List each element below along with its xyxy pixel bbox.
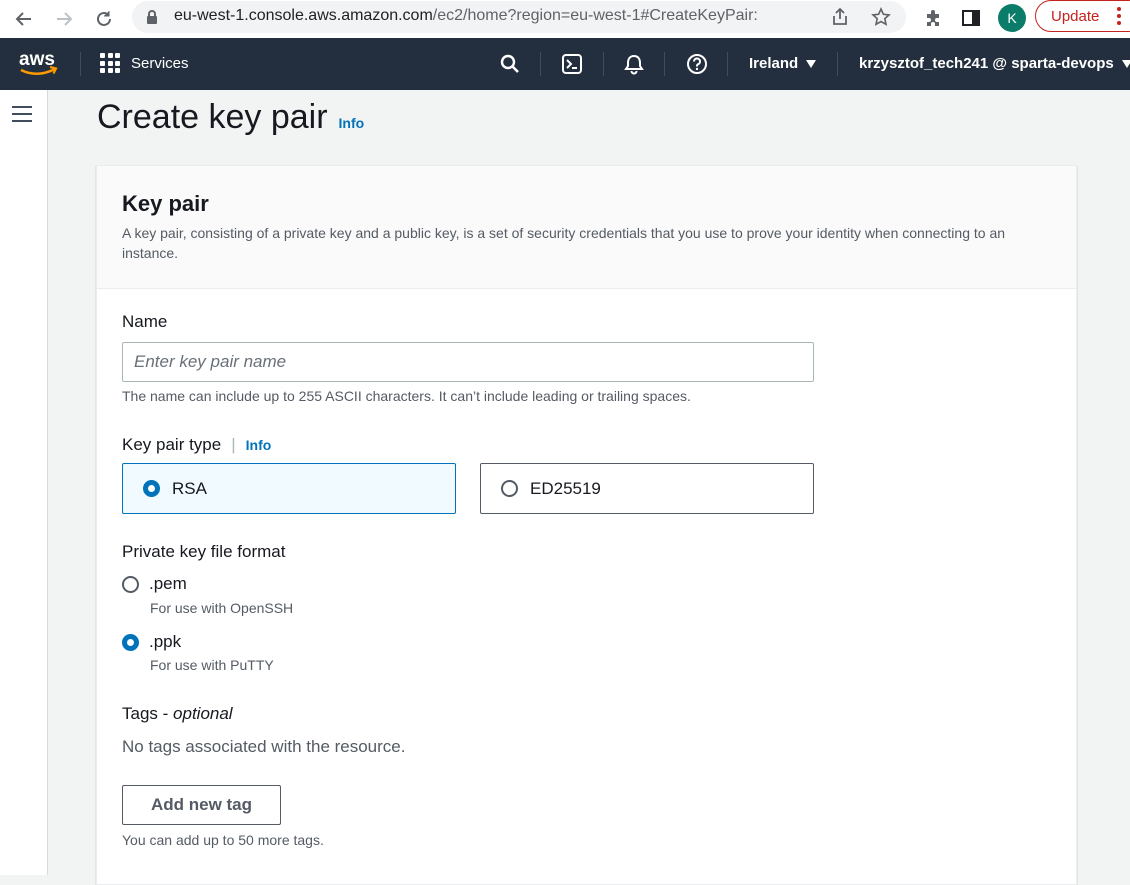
nav-divider xyxy=(80,52,81,76)
radio-unselected-icon xyxy=(122,575,139,593)
file-format-ppk-description: For use with PuTTY xyxy=(150,657,274,673)
file-format-option-pem[interactable]: .pem xyxy=(122,574,187,594)
bookmark-star-icon[interactable] xyxy=(869,5,893,29)
file-format-option-ppk[interactable]: .ppk xyxy=(122,632,181,652)
services-grid-icon xyxy=(100,53,120,73)
more-vertical-icon xyxy=(1116,5,1122,31)
tags-optional-text: optional xyxy=(173,704,233,723)
tags-label: Tags - optional xyxy=(122,704,233,724)
notifications-bell-icon[interactable] xyxy=(622,52,646,76)
caret-down-icon xyxy=(1121,59,1130,68)
address-bar[interactable]: eu-west-1.console.aws.amazon.com/ec2/hom… xyxy=(132,1,906,33)
file-format-label: Private key file format xyxy=(122,542,286,561)
file-format-pem-description: For use with OpenSSH xyxy=(150,600,294,616)
services-menu-button[interactable]: Services xyxy=(100,53,189,73)
key-type-option-rsa[interactable]: RSA xyxy=(122,463,456,514)
extensions-puzzle-icon[interactable] xyxy=(920,5,946,31)
name-hint: The name can include up to 255 ASCII cha… xyxy=(122,388,691,404)
tags-label-text: Tags - xyxy=(122,704,174,723)
nav-divider xyxy=(603,52,604,76)
reload-icon[interactable] xyxy=(90,5,118,33)
page-header: Create key pair Info xyxy=(97,98,364,137)
share-icon[interactable] xyxy=(828,5,852,29)
nav-divider xyxy=(664,52,665,76)
file-format-ppk-label: .ppk xyxy=(149,632,182,651)
tags-limit-hint: You can add up to 50 more tags. xyxy=(122,832,324,848)
browser-toolbar: eu-west-1.console.aws.amazon.com/ec2/hom… xyxy=(0,0,1130,38)
lock-icon xyxy=(146,9,158,30)
nav-divider xyxy=(837,52,838,76)
key-pair-type-text: Key pair type xyxy=(122,435,222,454)
hamburger-menu-icon[interactable] xyxy=(12,106,32,127)
key-pair-panel: Key pair A key pair, consisting of a pri… xyxy=(96,165,1077,885)
aws-top-navigation: aws Services Ireland krzysztof_tech241 @… xyxy=(0,38,1130,90)
key-type-option-ed25519[interactable]: ED25519 xyxy=(480,463,814,514)
caret-down-icon xyxy=(806,59,817,68)
url-text: eu-west-1.console.aws.amazon.com/ec2/hom… xyxy=(174,7,758,24)
key-type-ed25519-label: ED25519 xyxy=(530,478,601,498)
back-arrow-icon[interactable] xyxy=(10,5,38,33)
page-info-link[interactable]: Info xyxy=(339,115,365,131)
nav-divider xyxy=(540,52,541,76)
aws-logo[interactable]: aws xyxy=(19,49,59,79)
panel-description: A key pair, consisting of a private key … xyxy=(122,225,1006,261)
help-icon[interactable] xyxy=(685,52,709,76)
add-new-tag-button[interactable]: Add new tag xyxy=(122,785,281,825)
browser-update-button[interactable]: Update xyxy=(1035,0,1130,32)
page-scrollbar[interactable] xyxy=(1124,90,1130,875)
forward-arrow-icon[interactable] xyxy=(50,5,78,33)
side-navigation-rail xyxy=(0,90,48,875)
radio-selected-icon xyxy=(143,480,160,497)
profile-avatar[interactable]: K xyxy=(998,4,1026,32)
cloudshell-icon[interactable] xyxy=(560,52,584,76)
region-label: Ireland xyxy=(749,55,799,72)
radio-unselected-icon xyxy=(501,480,518,497)
account-menu[interactable]: krzysztof_tech241 @ sparta-devops xyxy=(859,55,1130,72)
key-pair-name-input[interactable] xyxy=(122,342,814,382)
svg-text:aws: aws xyxy=(19,49,55,70)
tags-empty-text: No tags associated with the resource. xyxy=(122,737,406,756)
name-label: Name xyxy=(122,312,168,331)
panel-header: Key pair A key pair, consisting of a pri… xyxy=(97,166,1076,289)
account-label: krzysztof_tech241 @ sparta-devops xyxy=(859,55,1114,72)
key-type-rsa-label: RSA xyxy=(172,478,207,498)
region-selector[interactable]: Ireland xyxy=(749,55,817,72)
key-pair-type-info-link[interactable]: Info xyxy=(246,437,272,453)
file-format-pem-label: .pem xyxy=(149,574,187,593)
nav-divider xyxy=(727,52,728,76)
panel-title: Key pair xyxy=(122,191,209,216)
page-title: Create key pair xyxy=(97,98,328,136)
services-label: Services xyxy=(131,54,189,72)
radio-selected-icon xyxy=(122,633,139,651)
key-pair-type-label: Key pair type | Info xyxy=(122,435,272,454)
search-icon[interactable] xyxy=(498,52,522,76)
side-panel-icon[interactable] xyxy=(958,5,984,31)
update-label: Update xyxy=(1051,7,1100,25)
